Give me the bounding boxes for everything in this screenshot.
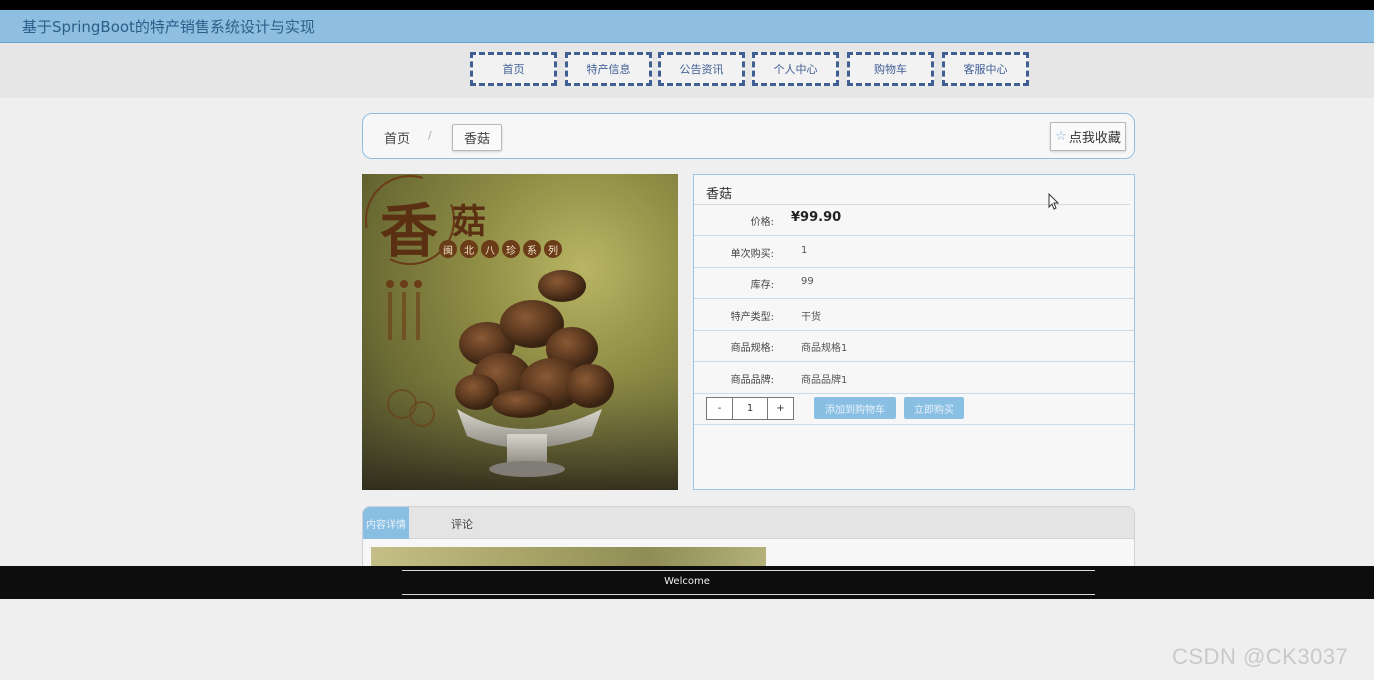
info-row-stock: 库存: 99 — [694, 267, 1134, 299]
watermark: CSDN @CK3037 — [1172, 644, 1349, 669]
add-to-cart-button[interactable]: 添加到购物车 — [814, 397, 896, 419]
detail-tabs: 内容详情 评论 — [362, 506, 1135, 568]
image-series-badges: 闽 北 八 珍 系 列 — [439, 240, 562, 258]
footer-welcome: Welcome — [664, 576, 710, 587]
mouse-cursor-icon — [1048, 193, 1060, 210]
field-label: 库存: — [750, 280, 774, 291]
quantity-decrement-button[interactable]: - — [706, 397, 733, 420]
purchase-row: - 1 + 添加到购物车 立即购买 — [694, 393, 1134, 425]
buy-now-button[interactable]: 立即购买 — [904, 397, 964, 419]
footer: Welcome — [0, 566, 1374, 599]
field-value: 99 — [801, 276, 814, 287]
product-name: 香菇 — [706, 187, 733, 202]
nav-profile[interactable]: 个人中心 — [752, 52, 839, 86]
quantity-increment-button[interactable]: + — [767, 397, 794, 420]
quantity-input[interactable]: 1 — [732, 397, 768, 420]
nav-support[interactable]: 客服中心 — [942, 52, 1029, 86]
breadcrumb-separator: / — [428, 129, 432, 142]
field-label: 单次购买: — [730, 249, 774, 260]
footer-divider-bottom — [402, 594, 1095, 595]
info-row-brand: 商品品牌: 商品品牌1 — [694, 362, 1134, 394]
footer-divider-top — [402, 570, 1095, 571]
breadcrumb-current: 香菇 — [452, 124, 502, 151]
tab-detail[interactable]: 内容详情 — [363, 507, 409, 539]
price-value: ¥99.90 — [791, 210, 842, 225]
image-title-char2: 菇 — [452, 202, 486, 242]
product-image: 香 菇 闽 北 八 珍 系 列 — [362, 174, 678, 490]
info-row-single-purchase: 单次购买: 1 — [694, 236, 1134, 268]
field-label: 商品规格: — [730, 343, 774, 354]
star-icon: ☆ — [1055, 129, 1067, 144]
nav-home[interactable]: 首页 — [470, 52, 557, 86]
field-value: 1 — [801, 245, 808, 256]
price-label: 价格: — [750, 217, 774, 228]
info-row-spec: 商品规格: 商品规格1 — [694, 330, 1134, 362]
price-row: 价格: ¥99.90 — [694, 204, 1134, 236]
detail-image-preview — [371, 547, 766, 567]
main-nav: 首页 特产信息 公告资讯 个人中心 购物车 客服中心 — [0, 43, 1374, 98]
field-label: 特产类型: — [730, 312, 774, 323]
favorite-label: 点我收藏 — [1068, 131, 1121, 146]
site-title: 基于SpringBoot的特产销售系统设计与实现 — [22, 18, 315, 36]
breadcrumb: 首页 / 香菇 ☆ 点我收藏 — [362, 113, 1135, 159]
header-bar: 基于SpringBoot的特产销售系统设计与实现 — [0, 10, 1374, 43]
nav-news[interactable]: 公告资讯 — [658, 52, 745, 86]
favorite-button[interactable]: ☆ 点我收藏 — [1050, 122, 1126, 151]
field-label: 商品品牌: — [730, 375, 774, 386]
field-value: 商品规格1 — [801, 343, 848, 354]
image-title-char1: 香 — [380, 197, 439, 265]
breadcrumb-home[interactable]: 首页 — [384, 128, 410, 147]
tabs-header: 内容详情 评论 — [363, 507, 1134, 539]
field-value: 干货 — [801, 312, 821, 323]
nav-cart[interactable]: 购物车 — [847, 52, 934, 86]
product-info-panel: 香菇 价格: ¥99.90 单次购买: 1 库存: 99 特产类型: 干货 商品… — [693, 174, 1135, 490]
info-row-type: 特产类型: 干货 — [694, 299, 1134, 331]
tab-comments[interactable]: 评论 — [451, 516, 473, 532]
top-strip — [0, 0, 1374, 10]
field-value: 商品品牌1 — [801, 375, 848, 386]
nav-products[interactable]: 特产信息 — [565, 52, 652, 86]
